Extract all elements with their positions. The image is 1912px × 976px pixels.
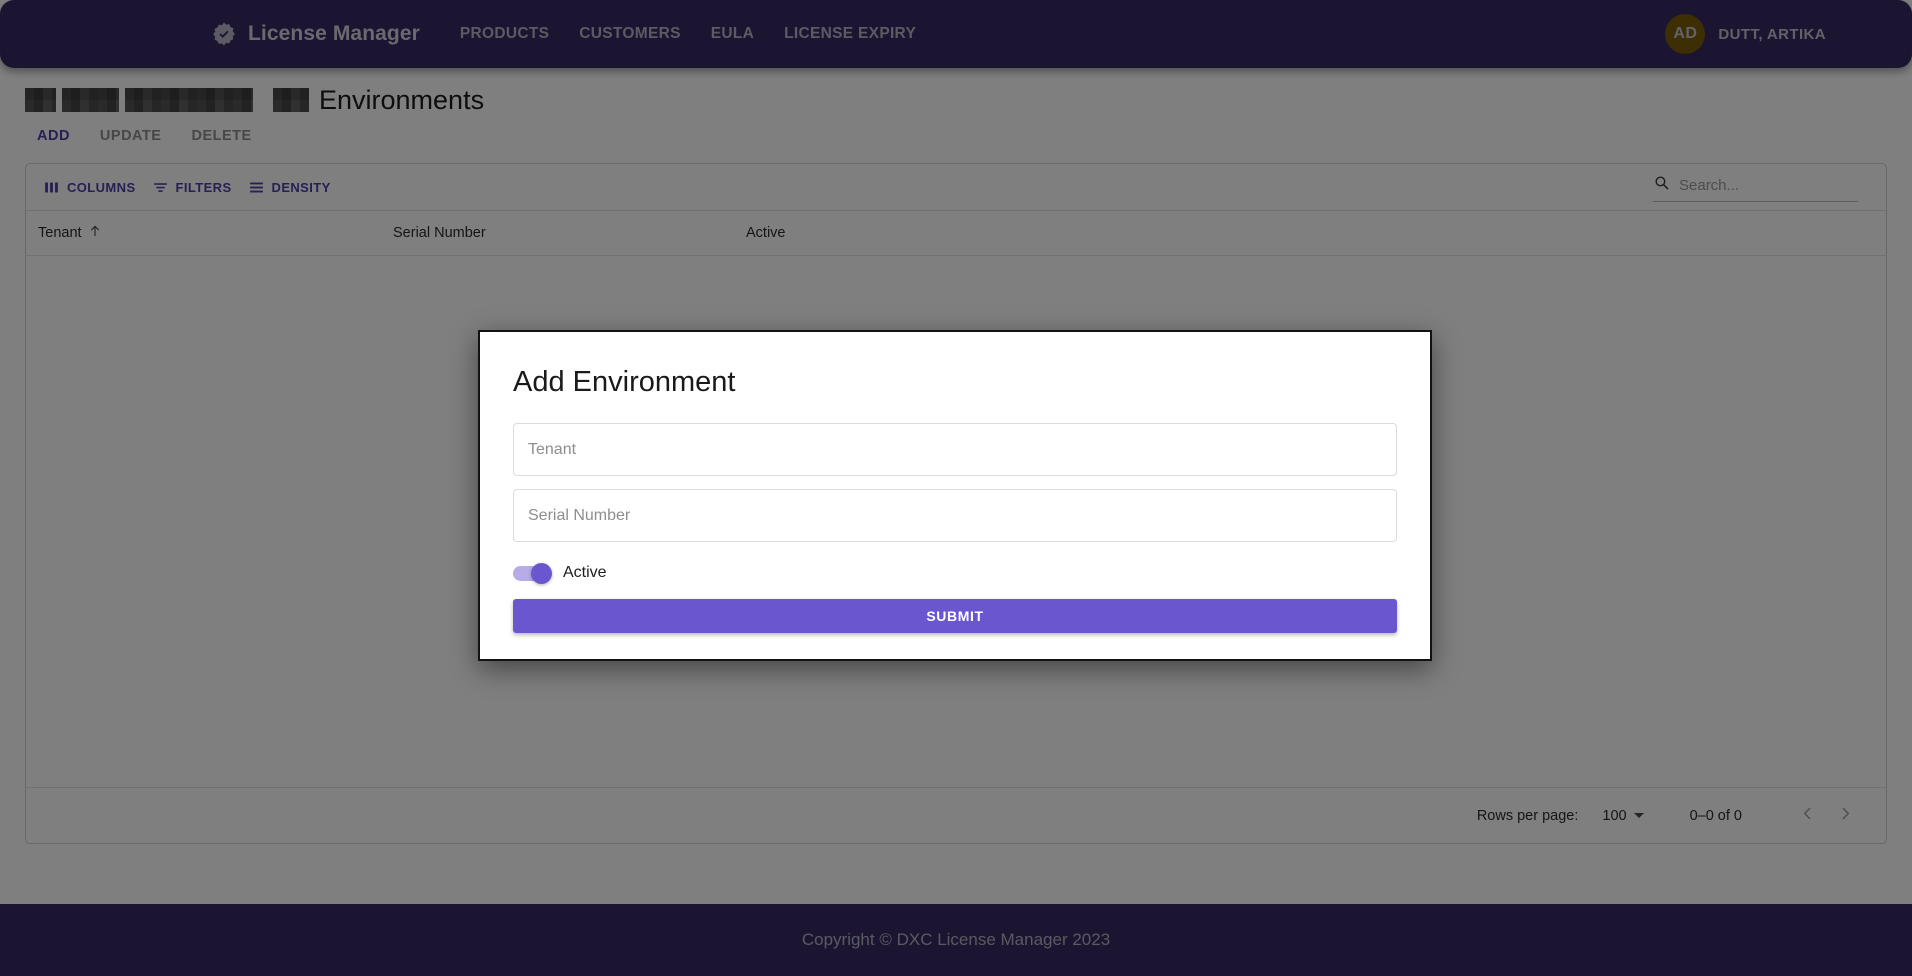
active-toggle-row: Active — [513, 555, 1397, 591]
tenant-field[interactable] — [513, 423, 1397, 476]
active-toggle-label: Active — [563, 564, 607, 581]
submit-button[interactable]: SUBMIT — [513, 599, 1397, 633]
toggle-knob — [531, 562, 552, 584]
add-environment-dialog: Add Environment Active SUBMIT — [478, 330, 1432, 661]
serial-number-field[interactable] — [513, 489, 1397, 542]
serial-number-input[interactable] — [528, 506, 1382, 525]
active-toggle[interactable] — [513, 562, 552, 584]
dialog-title: Add Environment — [513, 366, 736, 398]
tenant-input[interactable] — [528, 440, 1382, 459]
